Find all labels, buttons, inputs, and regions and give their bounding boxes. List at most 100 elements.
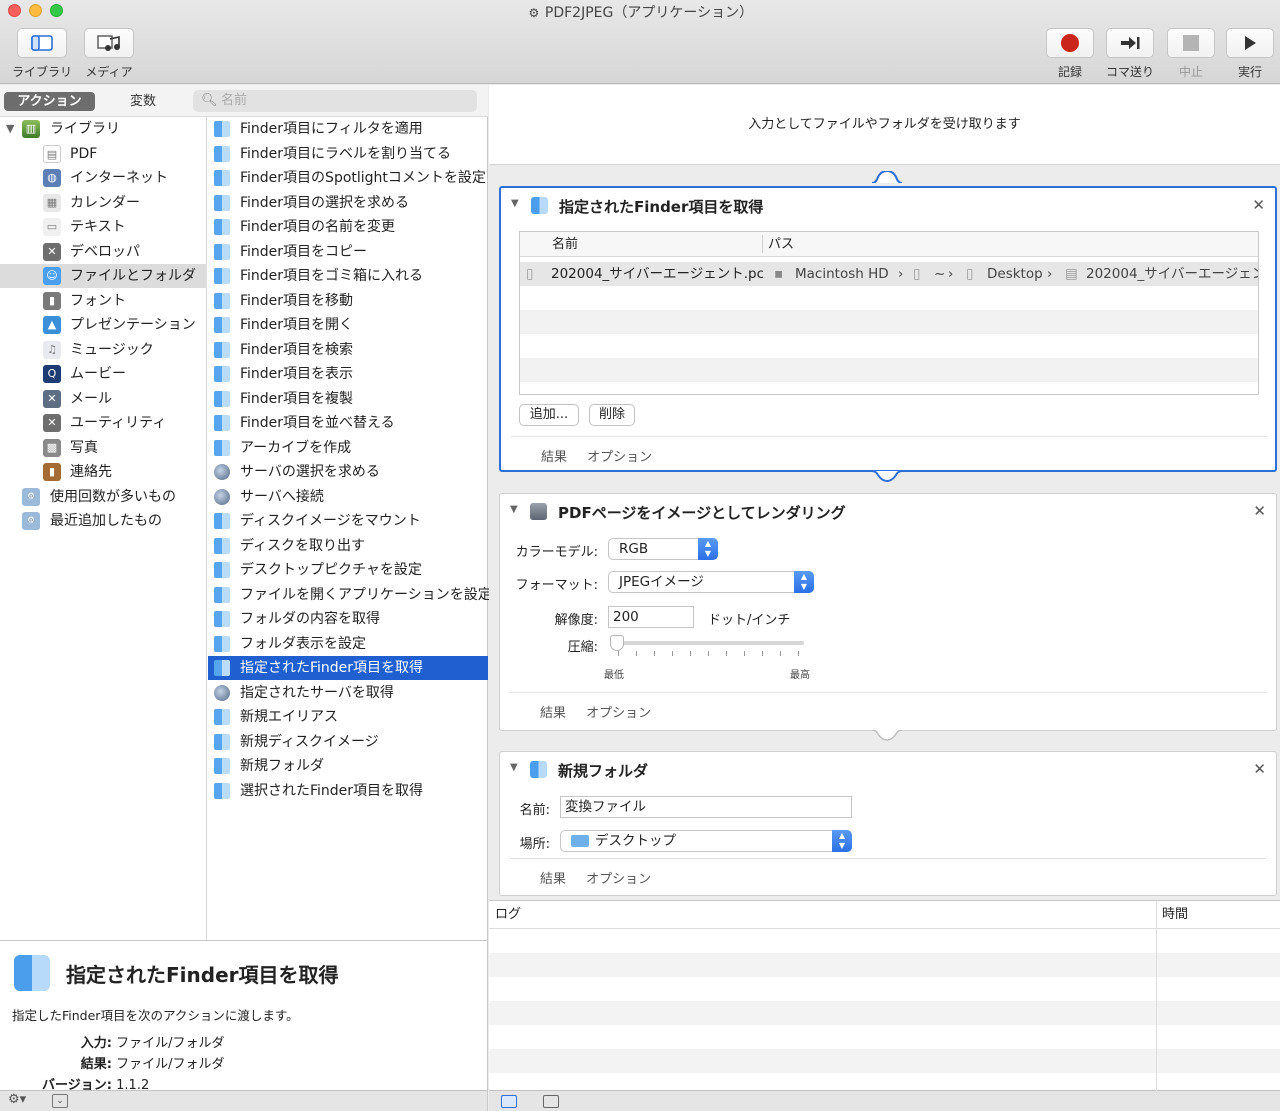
- action-list-item[interactable]: Finder項目の選択を求める: [208, 191, 488, 215]
- add-button[interactable]: 追加...: [519, 404, 579, 426]
- location-popup[interactable]: デスクトップ ▲ ▼: [560, 830, 852, 852]
- options-tab[interactable]: オプション: [586, 706, 651, 721]
- folder-icon: [571, 835, 589, 847]
- action-list-item[interactable]: ファイルを開くアプリケーションを設定: [208, 583, 492, 607]
- action-list-item[interactable]: Finder項目をコピー: [208, 240, 488, 264]
- library-item[interactable]: ✕ デベロッパ: [0, 240, 207, 264]
- compression-slider-knob[interactable]: [610, 635, 624, 651]
- action-list-item[interactable]: 新規フォルダ: [208, 754, 488, 778]
- step-icon: [1106, 28, 1154, 58]
- action-list-item-label: ディスクイメージをマウント: [240, 513, 421, 529]
- library-item[interactable]: ✕ メール: [0, 387, 207, 411]
- library-item[interactable]: ♫ ミュージック: [0, 338, 207, 362]
- action-list-item[interactable]: Finder項目を表示: [208, 362, 488, 386]
- disclosure-triangle-icon[interactable]: ▼: [6, 117, 14, 141]
- action-list-item[interactable]: フォルダの内容を取得: [208, 607, 488, 631]
- library-item[interactable]: ▤ PDF: [0, 142, 207, 166]
- action-list-item[interactable]: 指定されたサーバを取得: [208, 681, 488, 705]
- library-item[interactable]: ▮ フォント: [0, 289, 207, 313]
- action-list-item[interactable]: 新規ディスクイメージ: [208, 730, 488, 754]
- quicktime-icon: Q: [43, 365, 61, 383]
- action-list-item-label: Finder項目を検索: [240, 341, 354, 358]
- library-item[interactable]: ▮ 連絡先: [0, 460, 207, 484]
- action-list-item[interactable]: サーバの選択を求める: [208, 460, 488, 484]
- smart-group-item[interactable]: ⚙ 最近追加したもの: [0, 509, 207, 533]
- results-tab[interactable]: 結果: [540, 872, 566, 887]
- library-item[interactable]: ▩ 写真: [0, 436, 207, 460]
- finder-icon: [214, 562, 230, 578]
- action-list-item[interactable]: Finder項目にフィルタを適用: [208, 117, 488, 141]
- column-header-path[interactable]: パス: [768, 232, 794, 257]
- stop-toolbar-button[interactable]: 中止: [1167, 28, 1215, 80]
- action-list-item[interactable]: Finder項目を複製: [208, 387, 488, 411]
- slider-tick: [726, 651, 727, 656]
- finder-icon: [214, 611, 230, 627]
- split-view-icon[interactable]: [543, 1095, 559, 1108]
- resolution-field[interactable]: 200: [608, 606, 694, 628]
- action-get-specified-finder-items[interactable]: ▼ 指定されたFinder項目を取得 ✕ 名前 パス ▯ 202004_サイバー…: [499, 186, 1277, 472]
- record-toolbar-button[interactable]: 記録: [1046, 28, 1094, 80]
- action-list-item[interactable]: Finder項目をゴミ箱に入れる: [208, 264, 488, 288]
- action-list-item[interactable]: 新規エイリアス: [208, 705, 488, 729]
- search-input[interactable]: 🔍︎ 名前: [193, 90, 477, 112]
- collapse-triangle-icon[interactable]: ▼: [510, 762, 518, 773]
- options-tab[interactable]: オプション: [586, 872, 651, 887]
- options-tab[interactable]: オプション: [587, 450, 652, 465]
- action-list-item[interactable]: デスクトップピクチャを設定: [208, 558, 488, 582]
- action-list-item[interactable]: Finder項目の名前を変更: [208, 215, 488, 239]
- media-toolbar-button[interactable]: メディア: [84, 28, 134, 80]
- smart-group-item[interactable]: ⚙ 使用回数が多いもの: [0, 485, 207, 509]
- action-new-folder[interactable]: ▼ 新規フォルダ ✕ 名前: 変換ファイル 場所: デスクトップ ▲ ▼ 結果 オ…: [499, 751, 1277, 896]
- library-item-label: 写真: [70, 439, 98, 456]
- slider-tick: [744, 651, 745, 656]
- variables-tab[interactable]: 変数: [104, 92, 182, 111]
- log-column-header[interactable]: ログ: [495, 901, 521, 929]
- divider: [511, 436, 1267, 437]
- library-toolbar-button[interactable]: ライブラリ: [12, 28, 72, 80]
- action-list-item[interactable]: 選択されたFinder項目を取得: [208, 779, 488, 803]
- action-list-item[interactable]: ディスクイメージをマウント: [208, 509, 488, 533]
- action-list-item[interactable]: Finder項目のSpotlightコメントを設定: [208, 166, 488, 190]
- table-row[interactable]: ▯ 202004_サイバーエージェント.pc ▪ Macintosh HD › …: [520, 262, 1258, 286]
- description-toggle-icon[interactable]: ⌄: [52, 1094, 68, 1108]
- list-view-icon[interactable]: [501, 1095, 517, 1108]
- actions-tab[interactable]: アクション: [4, 92, 95, 111]
- gear-icon[interactable]: ⚙▾: [8, 1092, 26, 1107]
- action-list-item[interactable]: Finder項目を検索: [208, 338, 488, 362]
- color-model-popup[interactable]: RGB ▲ ▼: [608, 538, 718, 560]
- close-icon[interactable]: ✕: [1252, 196, 1265, 214]
- close-icon[interactable]: ✕: [1253, 502, 1266, 520]
- library-root[interactable]: ▼ ▥ ライブラリ: [0, 117, 207, 141]
- action-list-item[interactable]: Finder項目を移動: [208, 289, 488, 313]
- folder-name-field[interactable]: 変換ファイル: [560, 796, 852, 818]
- action-list-item[interactable]: 指定されたFinder項目を取得: [208, 656, 488, 680]
- action-list-item[interactable]: アーカイブを作成: [208, 436, 488, 460]
- library-item[interactable]: ▲ プレゼンテーション: [0, 313, 207, 337]
- format-popup[interactable]: JPEGイメージ ▲ ▼: [608, 571, 814, 593]
- action-list-item[interactable]: サーバへ接続: [208, 485, 488, 509]
- step-toolbar-button[interactable]: コマ送り: [1106, 28, 1154, 80]
- library-item[interactable]: ▭ テキスト: [0, 215, 207, 239]
- action-list-item[interactable]: Finder項目を開く: [208, 313, 488, 337]
- library-item[interactable]: Q ムービー: [0, 362, 207, 386]
- action-render-pdf-as-images[interactable]: ▼ PDFページをイメージとしてレンダリング ✕ カラーモデル: RGB ▲ ▼ …: [499, 493, 1277, 731]
- collapse-triangle-icon[interactable]: ▼: [510, 504, 518, 515]
- action-list-item[interactable]: Finder項目を並べ替える: [208, 411, 488, 435]
- collapse-triangle-icon[interactable]: ▼: [511, 198, 519, 209]
- globe-icon: [214, 464, 230, 480]
- library-item[interactable]: ☺ ファイルとフォルダ: [0, 264, 207, 288]
- time-column-header[interactable]: 時間: [1162, 901, 1188, 929]
- results-tab[interactable]: 結果: [541, 450, 567, 465]
- action-list-item[interactable]: フォルダ表示を設定: [208, 632, 488, 656]
- results-tab[interactable]: 結果: [540, 706, 566, 721]
- column-header-name[interactable]: 名前: [552, 232, 578, 257]
- action-list-item[interactable]: Finder項目にラベルを割り当てる: [208, 142, 488, 166]
- delete-button[interactable]: 削除: [589, 404, 635, 426]
- library-item[interactable]: ▦ カレンダー: [0, 191, 207, 215]
- run-toolbar-button[interactable]: 実行: [1226, 28, 1274, 80]
- popup-arrows-icon: ▲ ▼: [794, 571, 814, 593]
- action-list-item[interactable]: ディスクを取り出す: [208, 534, 488, 558]
- library-item[interactable]: ◍ インターネット: [0, 166, 207, 190]
- library-item[interactable]: ✕ ユーティリティ: [0, 411, 207, 435]
- close-icon[interactable]: ✕: [1253, 760, 1266, 778]
